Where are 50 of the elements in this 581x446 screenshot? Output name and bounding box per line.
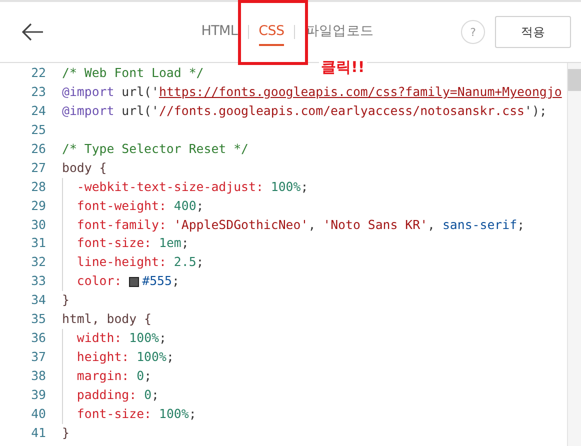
code-text: } bbox=[62, 291, 70, 310]
annotation-text: 클릭!! bbox=[319, 58, 367, 77]
line-number: 40 bbox=[30, 404, 46, 423]
tab[interactable]: 파일업로드 bbox=[305, 18, 374, 46]
line-number: 27 bbox=[30, 158, 46, 177]
code-text: height: 100%; bbox=[76, 348, 174, 366]
code-text: width: 100%; bbox=[76, 329, 166, 348]
line-number: 28 bbox=[30, 178, 46, 196]
line-number: 38 bbox=[30, 367, 46, 385]
line-number: 24 bbox=[30, 102, 46, 120]
line-number: 39 bbox=[30, 386, 46, 404]
line-number: 25 bbox=[30, 120, 46, 139]
back-arrow-icon[interactable] bbox=[22, 23, 44, 41]
code-text: body { bbox=[62, 158, 107, 177]
line-number: 22 bbox=[30, 64, 46, 82]
line-number: 30 bbox=[30, 216, 46, 234]
help-button[interactable]: ? bbox=[461, 20, 485, 44]
apply-button[interactable]: 적용 bbox=[495, 16, 571, 48]
line-number: 23 bbox=[30, 82, 46, 101]
code-text: #555; bbox=[142, 272, 180, 290]
code-text: font-size: 1em; bbox=[76, 234, 189, 252]
code-text: @import url('https://fonts.googleapis.com/css?family=Nanum+Myeongjo bbox=[62, 82, 562, 101]
code-text: -webkit-text-size-adjust: 100%; bbox=[76, 178, 308, 196]
line-number: 29 bbox=[30, 196, 46, 215]
line-number: 32 bbox=[30, 253, 46, 272]
code-text: margin: 0; bbox=[76, 367, 152, 385]
code-text: font-size: 100%; bbox=[76, 404, 196, 423]
line-number: 37 bbox=[30, 348, 46, 366]
line-number: 26 bbox=[30, 140, 46, 158]
line-number: 41 bbox=[30, 424, 46, 442]
tab[interactable]: CSS bbox=[258, 18, 284, 46]
code-text: /* Type Selector Reset */ bbox=[62, 140, 248, 158]
code-text: html, body { bbox=[62, 310, 152, 328]
color-swatch-icon[interactable] bbox=[129, 276, 140, 287]
scrollbar-thumb[interactable] bbox=[568, 69, 581, 91]
code-text: font-weight: 400; bbox=[76, 196, 204, 215]
line-number: 31 bbox=[30, 234, 46, 252]
line-number: 36 bbox=[30, 329, 46, 348]
code-text: padding: 0; bbox=[76, 386, 159, 404]
tab[interactable]: HTML bbox=[201, 18, 238, 46]
code-text: /* Web Font Load */ bbox=[62, 64, 204, 82]
code-text: @import url('//fonts.googleapis.com/earlyaccess/notosanskr.css'); bbox=[62, 102, 547, 120]
line-number: 35 bbox=[30, 310, 46, 328]
code-text: line-height: 2.5; bbox=[76, 253, 204, 272]
line-number: 33 bbox=[30, 272, 46, 290]
code-text: } bbox=[62, 424, 70, 442]
code-text: font-family: 'AppleSDGothicNeo', 'Noto Sans KR', sans-serif; bbox=[76, 216, 525, 234]
line-number: 34 bbox=[30, 291, 46, 310]
code-text: color: bbox=[76, 272, 123, 290]
highlight-frame bbox=[238, 0, 308, 65]
